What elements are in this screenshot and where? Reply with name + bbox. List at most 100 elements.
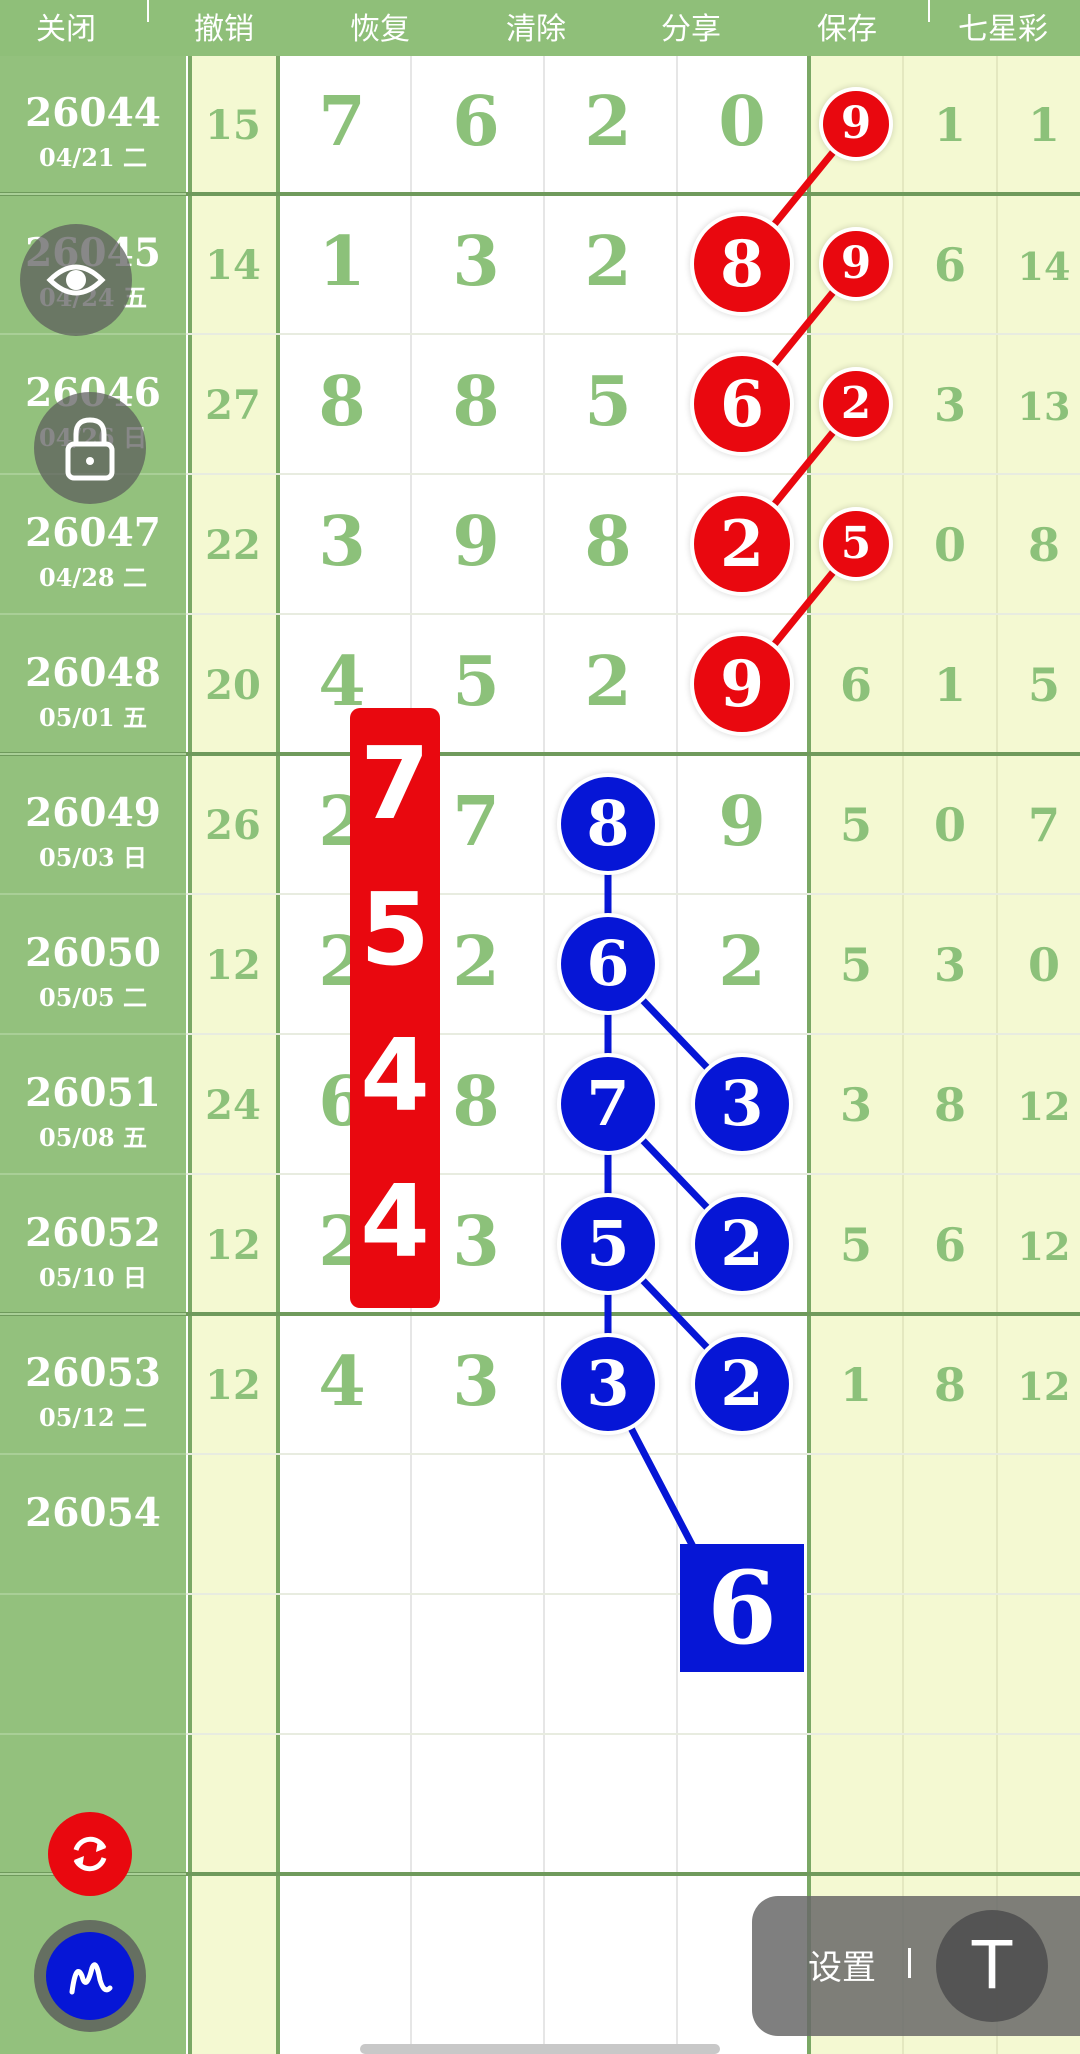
refresh-button[interactable] <box>48 1812 132 1896</box>
blue-highlight-ball[interactable]: 3 <box>561 1337 655 1431</box>
digit-cell[interactable]: 2 <box>692 922 792 1002</box>
tail-cell[interactable]: 12 <box>999 1224 1080 1269</box>
tail-cell[interactable]: 0 <box>999 938 1080 992</box>
tail-cell[interactable]: 1 <box>905 658 995 712</box>
red-highlight-ball[interactable]: 6 <box>694 356 790 452</box>
tail-cell[interactable]: 6 <box>905 1218 995 1272</box>
save-button[interactable]: 保存 <box>817 4 877 48</box>
eye-toggle-button[interactable] <box>20 224 132 336</box>
digit-cell[interactable]: 8 <box>558 502 658 582</box>
tail-cell[interactable]: 5 <box>811 798 901 852</box>
tail-cell[interactable]: 6 <box>905 238 995 292</box>
digit-cell[interactable]: 5 <box>426 642 526 722</box>
digit-cell[interactable]: 2 <box>558 642 658 722</box>
period-date: 04/21 二 <box>39 143 147 172</box>
digit-cell[interactable]: 5 <box>558 362 658 442</box>
red-highlight-ball[interactable]: 9 <box>694 636 790 732</box>
pen-icon <box>69 1962 113 1995</box>
period-number: 26051 <box>25 1070 161 1116</box>
sidebar-row-divider <box>0 1733 186 1735</box>
tail-cell[interactable]: 0 <box>905 518 995 572</box>
digit-cell[interactable]: 9 <box>426 502 526 582</box>
digit-cell[interactable]: 6 <box>426 82 526 162</box>
blue-highlight-ball[interactable]: 3 <box>695 1057 789 1151</box>
tail-cell[interactable]: 1 <box>811 1358 901 1412</box>
tail-cell[interactable]: 14 <box>999 244 1080 289</box>
red-highlight-ball[interactable]: 9 <box>823 91 889 157</box>
period-date: 05/03 日 <box>39 843 147 872</box>
tail-cell[interactable]: 6 <box>811 658 901 712</box>
period-date: 05/08 五 <box>39 1123 147 1152</box>
period-date: 05/10 日 <box>39 1263 147 1292</box>
digit-cell[interactable]: 3 <box>426 1342 526 1422</box>
settings-label[interactable]: 设置 <box>808 1940 876 1989</box>
blue-highlight-ball[interactable]: 2 <box>695 1337 789 1431</box>
red-highlight-ball[interactable]: 8 <box>694 216 790 312</box>
digit-cell[interactable]: 1 <box>292 222 392 302</box>
sum-value: 22 <box>205 522 261 569</box>
text-tool-button[interactable]: T <box>936 1910 1048 2022</box>
tail-cell[interactable]: 0 <box>905 798 995 852</box>
tail-cell[interactable]: 3 <box>905 938 995 992</box>
tail-cell[interactable]: 3 <box>905 378 995 432</box>
tail-cell[interactable]: 5 <box>999 658 1080 712</box>
red-highlight-ball[interactable]: 2 <box>823 371 889 437</box>
blue-highlight-ball[interactable]: 8 <box>561 777 655 871</box>
prediction-digit: 4 <box>360 1163 430 1280</box>
period-date: 05/05 二 <box>39 983 147 1012</box>
blue-highlight-ball[interactable]: 7 <box>561 1057 655 1151</box>
digit-cell[interactable]: 0 <box>692 82 792 162</box>
settings-panel: 设置 T <box>752 1896 1080 2036</box>
sum-value: 12 <box>205 1362 261 1409</box>
digit-cell[interactable]: 2 <box>426 922 526 1002</box>
tail-cell[interactable]: 8 <box>905 1078 995 1132</box>
home-indicator <box>360 2044 720 2054</box>
grid-vline <box>996 0 998 2054</box>
blue-highlight-ball[interactable]: 5 <box>561 1197 655 1291</box>
redo-button[interactable]: 恢复 <box>350 4 410 48</box>
digit-cell[interactable]: 8 <box>426 362 526 442</box>
tail-cell[interactable]: 1 <box>999 98 1080 152</box>
digit-cell[interactable]: 7 <box>426 782 526 862</box>
tail-cell[interactable]: 12 <box>999 1084 1080 1129</box>
digit-cell[interactable]: 3 <box>426 222 526 302</box>
tail-cell[interactable]: 8 <box>999 518 1080 572</box>
tail-cell[interactable]: 8 <box>905 1358 995 1412</box>
toolbar: 关闭 撤销 恢复 清除 分享 保存 七星彩 <box>0 0 1080 56</box>
tail-cell[interactable]: 7 <box>999 798 1080 852</box>
period-date: 05/01 五 <box>39 703 147 732</box>
red-highlight-ball[interactable]: 2 <box>694 496 790 592</box>
blue-highlight-ball[interactable]: 6 <box>561 917 655 1011</box>
tail-cell[interactable]: 13 <box>999 384 1080 429</box>
lock-button[interactable] <box>34 392 146 504</box>
pen-button[interactable] <box>34 1920 146 2032</box>
red-highlight-ball[interactable]: 9 <box>823 231 889 297</box>
digit-cell[interactable]: 3 <box>292 502 392 582</box>
prediction-box[interactable]: 7 5 4 4 <box>350 708 440 1308</box>
digit-cell[interactable]: 2 <box>558 222 658 302</box>
red-highlight-ball[interactable]: 5 <box>823 511 889 577</box>
blue-result-box[interactable]: 6 <box>680 1544 804 1672</box>
digit-cell[interactable]: 3 <box>426 1202 526 1282</box>
clear-button[interactable]: 清除 <box>506 4 566 48</box>
sum-value: 12 <box>205 1222 261 1269</box>
tail-cell[interactable]: 12 <box>999 1364 1080 1409</box>
sum-value: 20 <box>205 662 261 709</box>
tail-cell[interactable]: 5 <box>811 1218 901 1272</box>
digit-cell[interactable]: 9 <box>692 782 792 862</box>
tail-cell[interactable]: 5 <box>811 938 901 992</box>
digit-cell[interactable]: 4 <box>292 1342 392 1422</box>
digit-cell[interactable]: 2 <box>558 82 658 162</box>
close-button[interactable]: 关闭 <box>36 4 96 48</box>
digit-cell[interactable]: 7 <box>292 82 392 162</box>
settings-divider <box>908 1948 911 1978</box>
blue-highlight-ball[interactable]: 2 <box>695 1197 789 1291</box>
sum-value: 15 <box>205 102 261 149</box>
tail-cell[interactable]: 1 <box>905 98 995 152</box>
tail-cell[interactable]: 3 <box>811 1078 901 1132</box>
digit-cell[interactable]: 8 <box>292 362 392 442</box>
undo-button[interactable]: 撤销 <box>194 4 254 48</box>
share-button[interactable]: 分享 <box>661 4 721 48</box>
lottery-type-button[interactable]: 七星彩 <box>958 4 1048 48</box>
digit-cell[interactable]: 8 <box>426 1062 526 1142</box>
